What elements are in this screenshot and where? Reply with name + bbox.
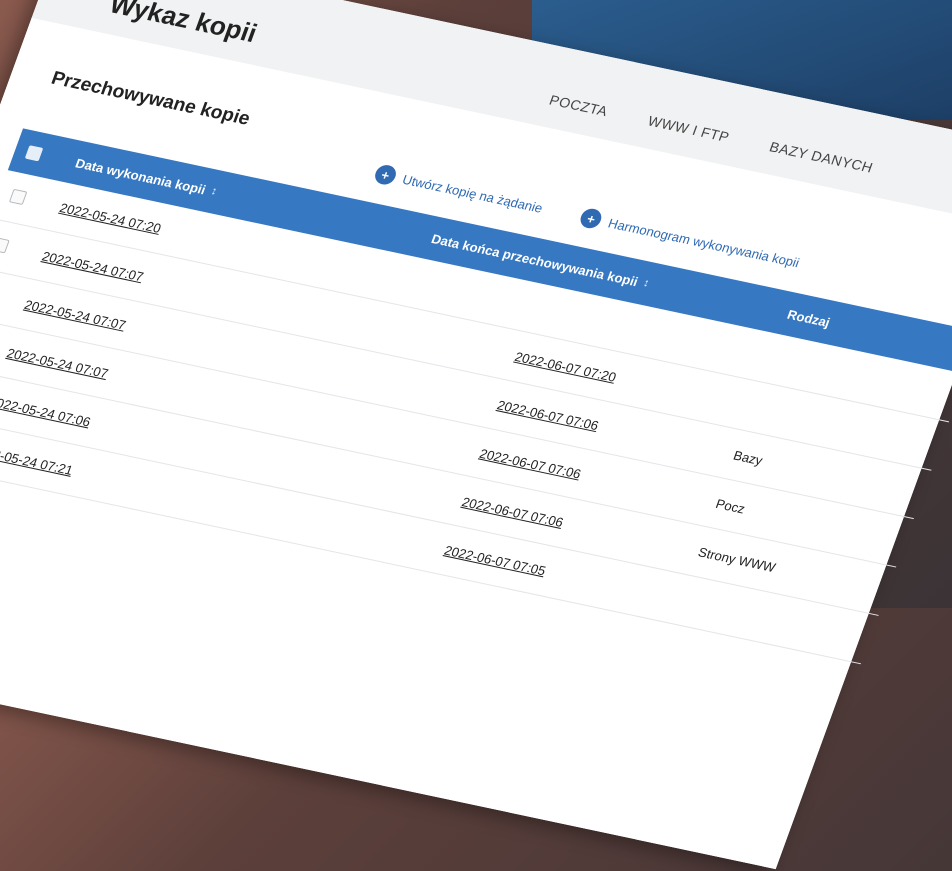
browser-screen: Wykaz kopii POCZTA WWW I FTP BAZY DANYCH… xyxy=(0,0,952,870)
nav-item-bazy-danych[interactable]: BAZY DANYCH xyxy=(767,139,875,176)
row-checkbox[interactable] xyxy=(9,188,28,205)
backup-created-link[interactable]: 2022-05-24 07:07 xyxy=(5,345,111,381)
nav-item-www-ftp[interactable]: WWW I FTP xyxy=(646,113,732,145)
expires-cell: 2022-06-07 07:20 xyxy=(512,348,619,385)
backups-table: Data wykonania kopii ↕ Data końca przech… xyxy=(0,128,952,665)
expires-cell: 2022-06-07 07:06 xyxy=(495,397,601,433)
sort-icon: ↕ xyxy=(641,277,652,290)
backup-created-link[interactable]: 2022-05-24 07:07 xyxy=(40,248,146,284)
plus-icon: + xyxy=(372,163,399,187)
expires-cell: 2022-06-07 07:06 xyxy=(460,493,566,530)
expires-cell: 2022-06-07 07:05 xyxy=(442,542,549,578)
create-backup-label: Utwórz kopię na żądanie xyxy=(400,171,545,216)
select-all-checkbox[interactable] xyxy=(24,145,44,162)
section-title: Przechowywane kopie xyxy=(48,67,253,130)
backup-created-link[interactable]: 2022-05-24 07:20 xyxy=(58,200,164,236)
backup-created-link[interactable]: 2022-05-24 07:21 xyxy=(0,442,75,478)
nav-item-poczta[interactable]: POCZTA xyxy=(547,92,610,119)
sort-icon: ↕ xyxy=(209,185,219,198)
backup-created-link[interactable]: 2022-05-24 07:07 xyxy=(23,297,129,333)
expires-cell: 2022-06-07 07:06 xyxy=(477,445,584,482)
row-checkbox[interactable] xyxy=(0,236,10,253)
plus-icon: + xyxy=(578,206,605,231)
backup-created-link[interactable]: 2022-05-24 07:06 xyxy=(0,393,93,429)
